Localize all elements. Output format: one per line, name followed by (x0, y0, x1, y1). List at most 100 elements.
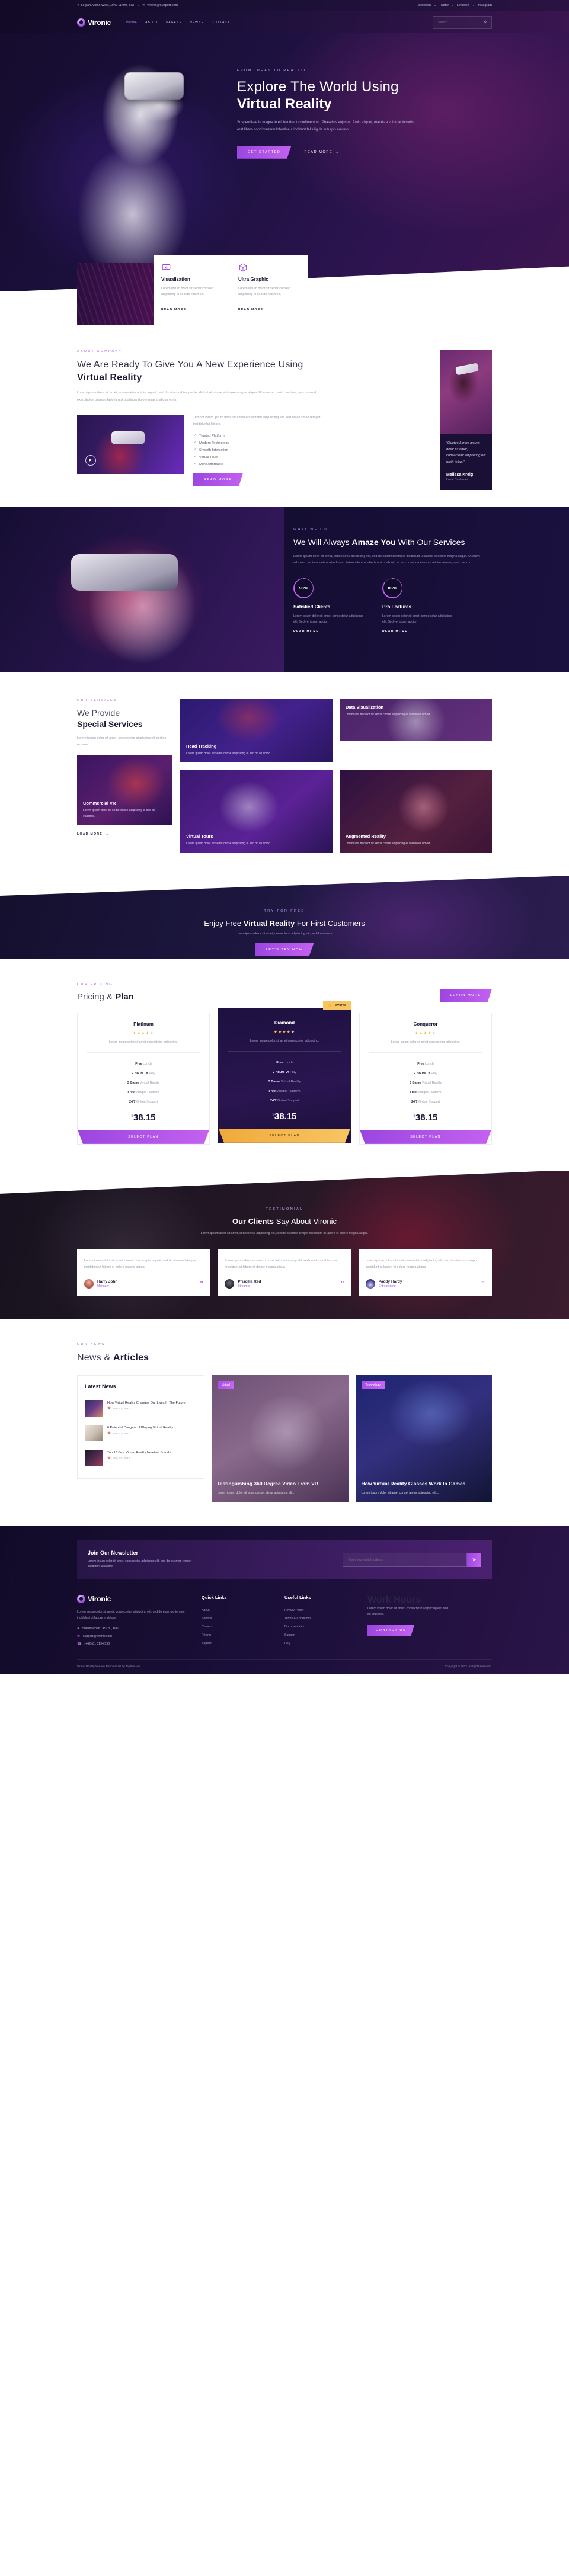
nav-item-news[interactable]: NEWS ▾ (190, 21, 204, 24)
chevron-down-icon: ▾ (180, 21, 183, 24)
pricing-plan-platinum: Platinum ★★★★★ Lorem ipsum dolor sit ame… (77, 1013, 210, 1145)
services-paragraph: Lorem ipsum dolor sit amet, consectetur … (77, 736, 167, 746)
site-logo[interactable]: Vironic (77, 18, 111, 27)
calendar-icon: 📅 (107, 1407, 111, 1411)
footer-column-work-hours: Work Hours Lorem ipsum dolor sit amet, c… (367, 1595, 450, 1648)
footer-link[interactable]: Pricing (202, 1631, 273, 1639)
testimonial-quote: Lorem ipsum dolor sit amet, consectetur … (365, 1259, 478, 1270)
plan-price: $38.15 (85, 1113, 202, 1123)
plan-feature-text: Play (148, 1071, 155, 1075)
news-post-card-360-video[interactable]: Virtual Distinguishing 360 Degree Video … (212, 1375, 349, 1502)
nav-item-about[interactable]: ABOUT (145, 21, 158, 24)
news-post-title: How Virtual Reality Glasses Work In Game… (361, 1480, 466, 1486)
footer-link[interactable]: Service (202, 1614, 273, 1623)
social-separator (472, 5, 474, 6)
footer-contact-phone[interactable]: ☎ (+62) 81 5194 590 (77, 1642, 190, 1646)
play-icon[interactable]: ▶ (85, 454, 96, 466)
news-post-title: Distinguishing 360 Degree Video From VR (218, 1480, 318, 1486)
service-card-commercial-vr[interactable]: Commercial VR Lorem ipsum dolor sit seda… (77, 755, 172, 825)
footer-link[interactable]: About (202, 1606, 273, 1614)
checklist-item: ✓ More Affordable (193, 462, 332, 467)
pricing-learn-more-button[interactable]: LEARN MORE (439, 989, 492, 1002)
footer-link[interactable]: Privacy Policy (284, 1606, 356, 1614)
service-card-head-tracking[interactable]: Head Tracking Lorem ipsum dolor sit seda… (180, 699, 333, 762)
footer-logo[interactable]: Vironic (77, 1594, 190, 1603)
footer-contact-text: support@vironic.com (83, 1634, 112, 1638)
select-plan-button[interactable]: SELECT PLAN (360, 1129, 491, 1144)
quote-icon: ” (481, 1279, 485, 1289)
about-video-thumbnail[interactable]: ▶ (77, 414, 184, 474)
plan-feature-bold: Free (268, 1089, 276, 1093)
news-post-tag[interactable]: Virtual (218, 1380, 235, 1389)
star-empty-icon: ★ (290, 1030, 296, 1035)
nav-item-contact[interactable]: CONTACT (212, 21, 230, 24)
footer-link[interactable]: FAQ (284, 1639, 356, 1648)
mail-icon: ✉ (77, 1635, 81, 1639)
footer-link[interactable]: Documentation (284, 1623, 356, 1631)
check-icon: ✓ (193, 463, 197, 467)
testimonial-author-role: Manager (97, 1284, 109, 1288)
footer-contact-email[interactable]: ✉ support@vironic.com (77, 1634, 190, 1639)
search-input[interactable] (438, 20, 484, 24)
about-quote-card: “Quotes Lorem ipsum dolor sit amet, cons… (440, 350, 492, 490)
feature-read-more-link[interactable]: READ MORE (238, 308, 263, 312)
service-card-virtual-tours[interactable]: Virtual Tours Lorem ipsum dolor sit seda… (180, 770, 333, 853)
plan-feature-bold: 2 Hours Of (132, 1071, 148, 1075)
nav-item-home[interactable]: HOME (126, 21, 138, 24)
hero-read-more-link[interactable]: READ MORE → (305, 150, 340, 154)
latest-news-item[interactable]: 6 Potential Dangers of Playing Virtual R… (85, 1421, 197, 1446)
hero-paragraph: Suspendisse in magna in elit hendrerit c… (237, 120, 415, 132)
nav-item-pages[interactable]: PAGES ▾ (166, 21, 182, 24)
footer-link[interactable]: Terms & Conditions (284, 1614, 356, 1623)
get-started-button[interactable]: GET STARTED (237, 145, 292, 159)
footer-link[interactable]: Support (202, 1639, 273, 1648)
service-card-data-visualization[interactable]: Data Visualization Lorem ipsum dolor sit… (340, 699, 492, 741)
news-post-tag[interactable]: Technology (361, 1380, 385, 1389)
stat-text: Lorem ipsum dolor sit amet, consectetur … (293, 614, 363, 624)
footer-contact-us-button[interactable]: CONTACT US (367, 1625, 415, 1637)
service-card-augmented-reality[interactable]: Augmented Reality Lorem ipsum dolor sit … (340, 770, 492, 853)
topbar-email[interactable]: ✉ vironic@support.com (142, 4, 178, 7)
check-icon: ✓ (193, 434, 197, 438)
social-separator (452, 5, 454, 6)
social-link-linkedin[interactable]: Linkedin (457, 4, 469, 7)
footer-work-text: Lorem ipsum dolor sit amet, consectetur … (367, 1606, 449, 1616)
nav-label: PAGES (166, 20, 180, 24)
topbar-contact-group: ● Legian Atkins West, DPS 11490, Bali ✉ … (77, 4, 178, 7)
plan-rating: ★★★★★ (132, 1031, 155, 1036)
about-read-more-button[interactable]: READ MORE (193, 473, 243, 487)
social-link-instagram[interactable]: Instagram (478, 4, 492, 7)
search-icon[interactable]: ⚲ (484, 20, 487, 24)
newsletter-title: Join Our Newsletter (88, 1549, 139, 1556)
newsletter-email-input[interactable] (343, 1552, 467, 1567)
footer-column-title: Quick Links (202, 1594, 227, 1600)
cta-title-light-2: For First Customers (295, 919, 365, 928)
news-post-card-vr-glasses[interactable]: Technology How Virtual Reality Glasses W… (356, 1375, 493, 1502)
select-plan-button[interactable]: SELECT PLAN (78, 1129, 209, 1144)
social-link-facebook[interactable]: Facebook (417, 4, 431, 7)
testimonial-author-role: Entrepreneur (378, 1284, 396, 1288)
cta-try-now-button[interactable]: LET'S TRY NOW (255, 943, 314, 957)
latest-news-item[interactable]: Top 10 Best Virtual Reality Headset Bran… (85, 1446, 197, 1470)
service-card-title: Data Visualization (346, 704, 384, 710)
newsletter-submit-button[interactable]: ➤ (467, 1552, 481, 1567)
price-amount: 38.15 (274, 1111, 297, 1122)
footer-link[interactable]: Support (284, 1631, 356, 1639)
social-link-twitter[interactable]: Twitter (439, 4, 449, 7)
topbar-address-text: Legian Atkins West, DPS 11490, Bali (81, 4, 135, 7)
latest-news-item[interactable]: How Virtual Reality Changes Our Lives In… (85, 1396, 197, 1421)
footer-link[interactable]: Careers (202, 1623, 273, 1631)
plan-feature-bold: Free (135, 1062, 142, 1066)
news-title-light: News & (77, 1352, 113, 1363)
feature-card-visualization[interactable]: Visualization Lorem ipsum dolor sit seda… (154, 255, 231, 325)
feature-card-ultra-graphic[interactable]: Ultra Graphic Lorem ipsum dolor sit seda… (231, 255, 308, 325)
testimonial-author-name: Harry John (97, 1279, 118, 1284)
search-box[interactable]: ⚲ (433, 15, 492, 29)
select-plan-button[interactable]: SELECT PLAN (219, 1128, 350, 1143)
services-load-more-link[interactable]: LOAD MORE → (77, 832, 110, 836)
testimonial-cards: Lorem ipsum dolor sit amet, consectetur … (77, 1249, 492, 1296)
plan-feature: 24/7 Online Support (85, 1097, 202, 1107)
feature-read-more-link[interactable]: READ MORE (161, 308, 186, 312)
stat-read-more-link[interactable]: READ MORE → (293, 630, 365, 633)
stat-read-more-link[interactable]: READ MORE → (382, 630, 453, 633)
